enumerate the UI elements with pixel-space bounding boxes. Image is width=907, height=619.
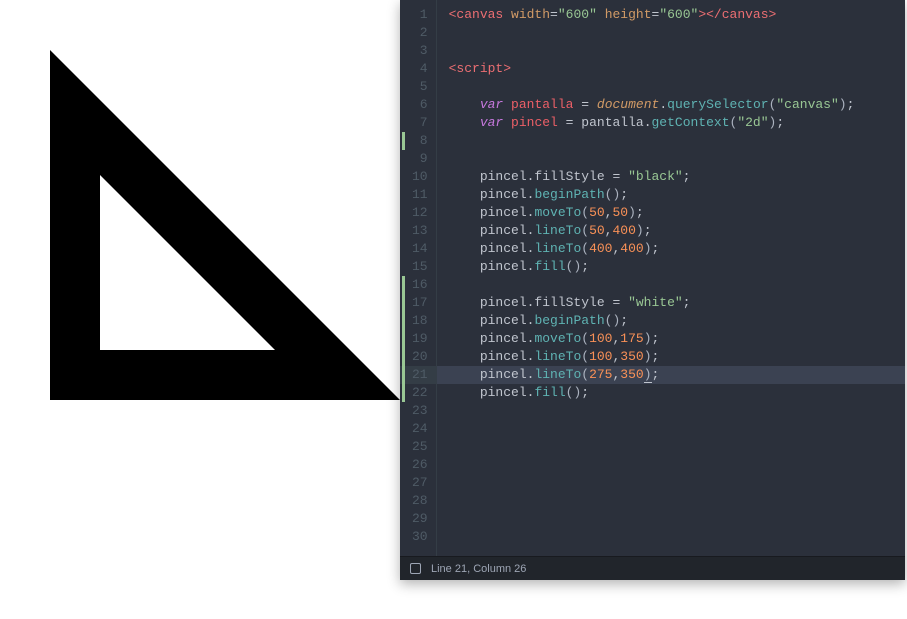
code-line[interactable]: var pantalla = document.querySelector("c…: [449, 96, 905, 114]
code-line[interactable]: pincel.beginPath();: [449, 312, 905, 330]
line-number: 24: [412, 420, 428, 438]
code-line[interactable]: pincel.lineTo(50,400);: [449, 222, 905, 240]
line-number: 11: [412, 186, 428, 204]
code-line[interactable]: pincel.lineTo(275,350);: [437, 366, 905, 384]
line-number: 2: [412, 24, 428, 42]
code-line[interactable]: var pincel = pantalla.getContext("2d");: [449, 114, 905, 132]
line-number: 30: [412, 528, 428, 546]
line-number: 3: [412, 42, 428, 60]
code-line[interactable]: [449, 438, 905, 456]
line-number: 7: [412, 114, 428, 132]
line-number: 16: [412, 276, 428, 294]
code-line[interactable]: pincel.fillStyle = "black";: [449, 168, 905, 186]
code-line[interactable]: [449, 456, 905, 474]
cursor-position: Line 21, Column 26: [431, 563, 526, 575]
code-line[interactable]: [449, 132, 905, 150]
code-line[interactable]: pincel.moveTo(50,50);: [449, 204, 905, 222]
code-line[interactable]: pincel.fill();: [449, 258, 905, 276]
code-line[interactable]: <script>: [449, 60, 905, 78]
code-line[interactable]: pincel.lineTo(400,400);: [449, 240, 905, 258]
code-line[interactable]: [449, 42, 905, 60]
code-line[interactable]: pincel.lineTo(100,350);: [449, 348, 905, 366]
line-number: 26: [412, 456, 428, 474]
code-area[interactable]: 1234567891011121314151617181920212223242…: [400, 0, 905, 556]
code-line[interactable]: <canvas width="600" height="600"></canva…: [449, 6, 905, 24]
modified-indicator: [402, 276, 405, 402]
line-number: 6: [412, 96, 428, 114]
line-number: 19: [412, 330, 428, 348]
line-number: 5: [412, 78, 428, 96]
line-number: 13: [412, 222, 428, 240]
code-line[interactable]: [449, 510, 905, 528]
code-line[interactable]: [449, 276, 905, 294]
line-number: 14: [412, 240, 428, 258]
code-line[interactable]: pincel.moveTo(100,175);: [449, 330, 905, 348]
code-line[interactable]: pincel.beginPath();: [449, 186, 905, 204]
line-number: 18: [412, 312, 428, 330]
line-number: 17: [412, 294, 428, 312]
code-line[interactable]: [449, 24, 905, 42]
code-line[interactable]: [449, 150, 905, 168]
code-line[interactable]: pincel.fill();: [449, 384, 905, 402]
code-line[interactable]: [449, 420, 905, 438]
code-line[interactable]: [449, 78, 905, 96]
line-number: 21: [400, 366, 436, 384]
browser-preview: [0, 0, 400, 619]
line-number: 22: [412, 384, 428, 402]
line-number: 25: [412, 438, 428, 456]
status-bar: Line 21, Column 26: [400, 556, 905, 580]
line-number: 1: [412, 6, 428, 24]
line-number: 20: [412, 348, 428, 366]
code-content[interactable]: <canvas width="600" height="600"></canva…: [437, 0, 905, 556]
line-number: 4: [412, 60, 428, 78]
line-number: 27: [412, 474, 428, 492]
code-line[interactable]: [449, 528, 905, 546]
modified-indicator: [402, 132, 405, 150]
line-number: 9: [412, 150, 428, 168]
line-number-gutter: 1234567891011121314151617181920212223242…: [400, 0, 437, 556]
line-number: 10: [412, 168, 428, 186]
code-line[interactable]: pincel.fillStyle = "white";: [449, 294, 905, 312]
line-number: 8: [412, 132, 428, 150]
code-line[interactable]: [449, 402, 905, 420]
code-editor[interactable]: 1234567891011121314151617181920212223242…: [400, 0, 905, 580]
panel-icon[interactable]: [410, 563, 421, 574]
canvas-drawing: [0, 0, 400, 430]
code-line[interactable]: [449, 474, 905, 492]
line-number: 12: [412, 204, 428, 222]
code-line[interactable]: [449, 492, 905, 510]
line-number: 15: [412, 258, 428, 276]
line-number: 23: [412, 402, 428, 420]
line-number: 28: [412, 492, 428, 510]
line-number: 29: [412, 510, 428, 528]
